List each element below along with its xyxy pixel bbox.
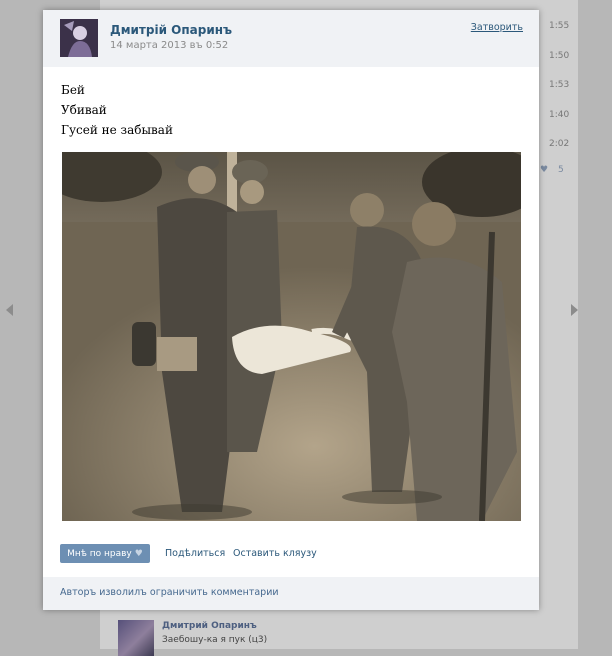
like-button[interactable]: Мнѣ по нраву ♥ [60, 544, 150, 563]
post-modal: Дмитрій Опаринъ 14 марта 2013 въ 0:52 За… [43, 10, 539, 610]
bg-time: 1:50 [549, 51, 570, 61]
bg-like-count: 5 [558, 165, 564, 175]
modal-header: Дмитрій Опаринъ 14 марта 2013 въ 0:52 За… [43, 10, 539, 67]
share-link[interactable]: Подѣлиться [165, 548, 225, 559]
close-link[interactable]: Затворить [471, 22, 523, 33]
like-label: Мнѣ по нраву [67, 548, 132, 559]
background-comment: Дмитрий Опаринъ Заебошу-ка я пук (ц3) [100, 612, 578, 656]
bg-time: 1:55 [549, 21, 570, 31]
post-author[interactable]: Дмитрій Опаринъ [110, 23, 232, 37]
bg-comment-author[interactable]: Дмитрий Опаринъ [162, 621, 257, 631]
post-text-line: Гусей не забывай [61, 123, 173, 137]
heart-icon: ♥ [134, 548, 143, 559]
post-text: Бей Убивай Гусей не забывай [61, 80, 173, 140]
bg-avatar [118, 620, 154, 656]
bg-time: 1:53 [549, 80, 570, 90]
complain-link[interactable]: Оставить кляузу [233, 548, 317, 559]
author-avatar[interactable] [60, 19, 98, 57]
modal-footer: Авторъ изволилъ ограничить комментарии [43, 577, 539, 610]
bg-comment-text: Заебошу-ка я пук (ц3) [162, 635, 268, 645]
bg-time: 2:02 [549, 139, 570, 149]
post-text-line: Убивай [61, 103, 107, 117]
post-photo[interactable] [62, 152, 521, 521]
next-arrow-icon[interactable] [571, 304, 578, 316]
bg-like-heart-icon: ♥ [540, 165, 549, 175]
bg-time: 1:40 [549, 110, 570, 120]
prev-arrow-icon[interactable] [6, 304, 13, 316]
post-date[interactable]: 14 марта 2013 въ 0:52 [110, 40, 228, 51]
sepia-photo-icon [62, 152, 521, 521]
post-text-line: Бей [61, 83, 85, 97]
comments-restricted-notice: Авторъ изволилъ ограничить комментарии [60, 587, 279, 598]
